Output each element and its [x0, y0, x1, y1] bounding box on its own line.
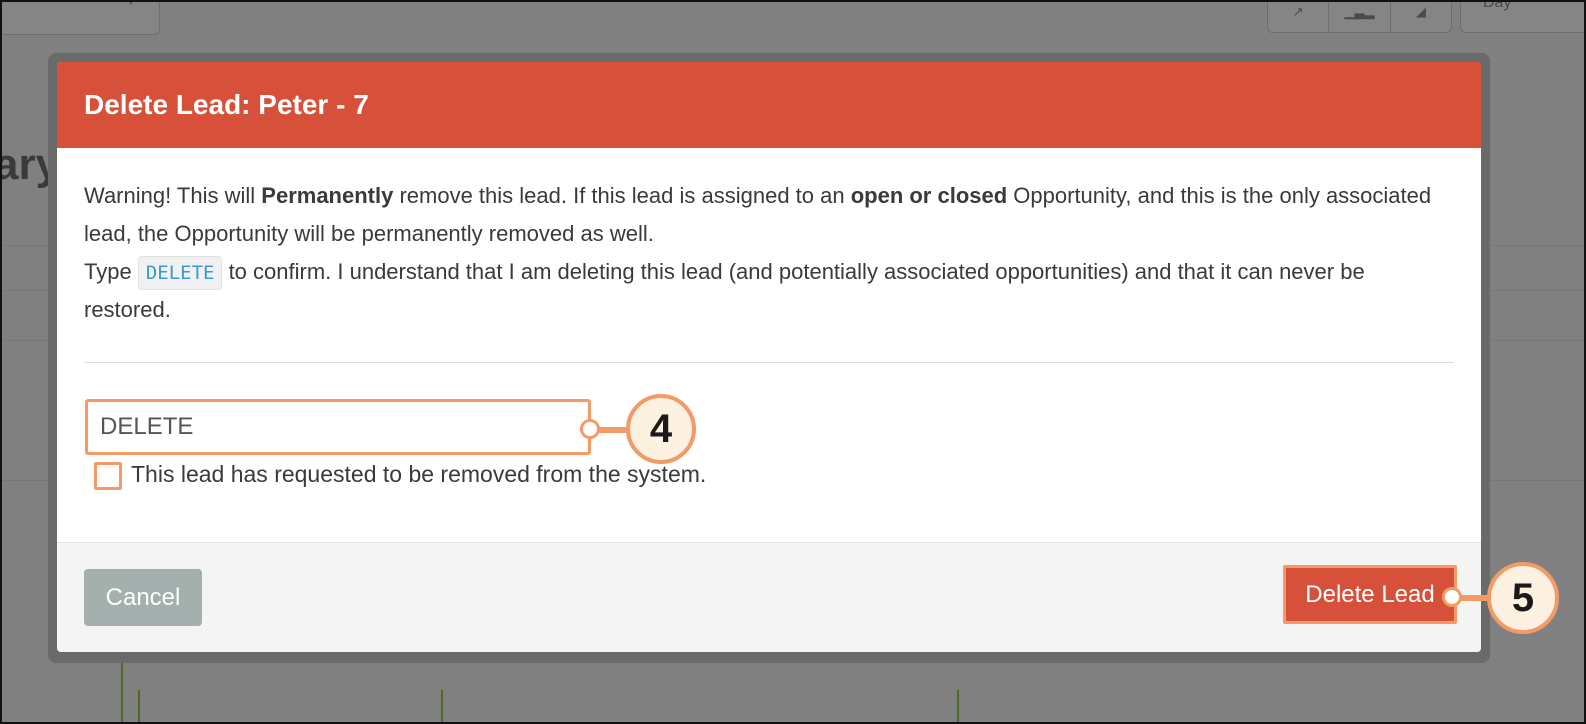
modal-divider	[84, 362, 1454, 363]
modal-header: Delete Lead: Peter - 7	[57, 62, 1481, 148]
modal-body: Warning! This will Permanently remove th…	[57, 148, 1481, 329]
area-chart-icon: ◢	[1415, 3, 1426, 19]
background-chart-bar	[138, 690, 140, 724]
callout-connector	[598, 427, 628, 433]
bar-chart-icon: ▁▃▂	[1329, 0, 1391, 32]
callout-anchor-dot	[580, 419, 600, 439]
delete-lead-button[interactable]: Delete Lead	[1283, 565, 1457, 624]
confirm-text: Type	[84, 259, 138, 284]
modal-footer: Cancel Delete Lead	[57, 542, 1481, 652]
cancel-button[interactable]: Cancel	[84, 569, 202, 626]
callout-connector	[1460, 595, 1488, 601]
delete-confirm-input[interactable]	[85, 399, 591, 455]
warning-message: Warning! This will Permanently remove th…	[84, 177, 1454, 253]
confirm-code: DELETE	[137, 256, 223, 290]
chevron-down-icon: ▼	[124, 0, 138, 8]
step-5-callout: 5	[1487, 562, 1559, 634]
warning-emphasis-open-closed: open or closed	[850, 183, 1008, 208]
warning-text: Warning! This will	[84, 183, 262, 208]
confirm-instructions: Type DELETE to confirm. I understand tha…	[84, 253, 1454, 329]
removal-request-label: This lead has requested to be removed fr…	[131, 461, 707, 487]
background-chart-bar	[957, 690, 959, 724]
warning-text: remove this lead. If this lead is assign…	[393, 183, 851, 208]
confirm-text: to confirm. I understand that I am delet…	[84, 259, 1365, 322]
delete-lead-modal: Delete Lead: Peter - 7 Warning! This wil…	[57, 62, 1481, 652]
day-selector	[1460, 0, 1586, 33]
step-4-callout: 4	[626, 394, 696, 464]
callout-anchor-dot	[1442, 587, 1462, 607]
warning-emphasis-permanently: Permanently	[261, 183, 394, 208]
removal-request-checkbox[interactable]	[94, 462, 122, 490]
background-chart-bar	[441, 690, 443, 724]
day-selector-label: Day	[1483, 0, 1512, 11]
chart-type-toggle: ↗ ▁▃▂ ◢	[1267, 0, 1452, 33]
line-chart-icon: ↗	[1268, 0, 1330, 32]
modal-title: Delete Lead: Peter - 7	[84, 89, 369, 120]
